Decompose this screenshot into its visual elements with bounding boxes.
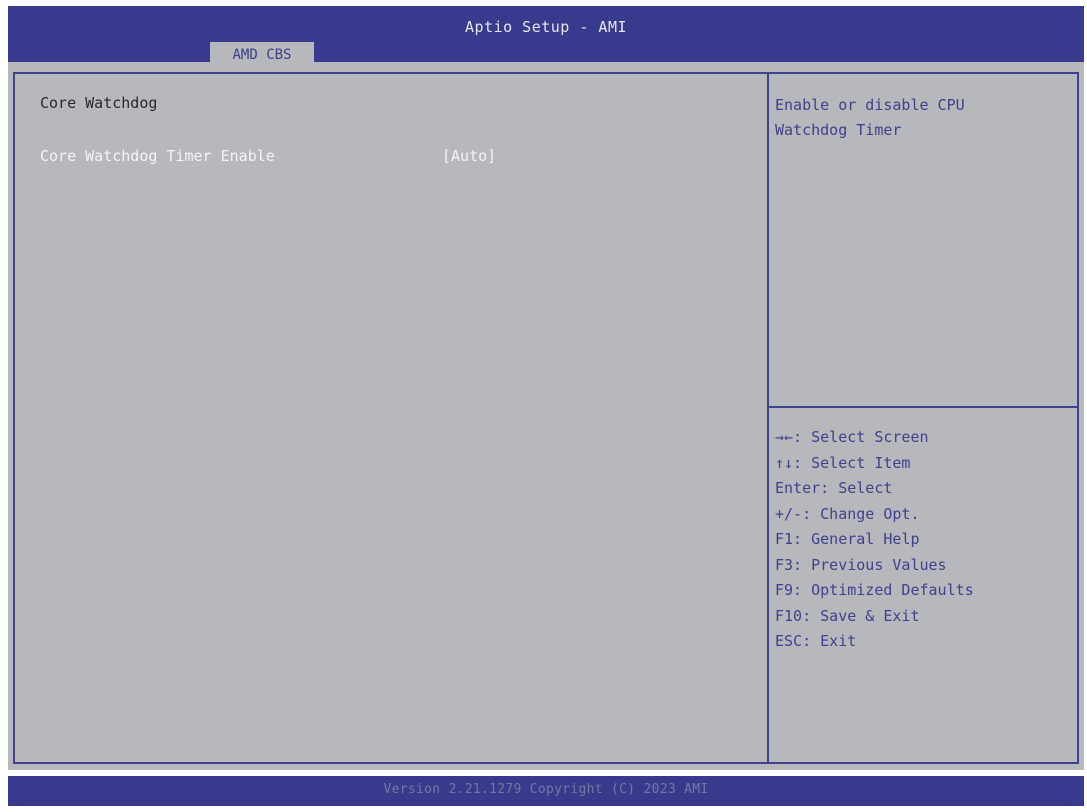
help-line-1: Enable or disable CPU [775, 96, 965, 114]
key-legend: →←: Select Screen ↑↓: Select Item Enter:… [775, 425, 974, 655]
key-change-opt: +/-: Change Opt. [775, 504, 920, 523]
key-select-screen: →←: Select Screen [775, 428, 929, 446]
setting-value-auto[interactable]: [Auto] [442, 146, 496, 166]
key-help-divider [769, 406, 1079, 408]
version-text: Version 2.21.1279 Copyright (C) 2023 AMI [383, 782, 709, 797]
help-line-2: Watchdog Timer [775, 121, 902, 139]
key-select-item: ↑↓: Select Item [775, 453, 911, 472]
key-optimized-defaults: F9: Optimized Defaults [775, 581, 974, 599]
setting-core-watchdog-timer-enable[interactable]: Core Watchdog Timer Enable [40, 146, 275, 166]
key-save-exit: F10: Save & Exit [775, 606, 920, 625]
key-enter-select: Enter: Select [775, 479, 893, 497]
help-description: Enable or disable CPU Watchdog Timer [775, 93, 965, 143]
main-panel-border [13, 72, 1079, 764]
key-esc-exit: ESC: Exit [775, 632, 857, 650]
key-general-help: F1: General Help [775, 530, 920, 548]
app-title: Aptio Setup - AMI [464, 18, 628, 36]
help-panel-divider [767, 72, 769, 764]
key-previous-values: F3: Previous Values [775, 555, 947, 574]
footer-bar: Version 2.21.1279 Copyright (C) 2023 AMI [8, 776, 1084, 806]
title-bar: Aptio Setup - AMI AMD CBS [8, 6, 1084, 68]
section-title: Core Watchdog [40, 94, 158, 112]
